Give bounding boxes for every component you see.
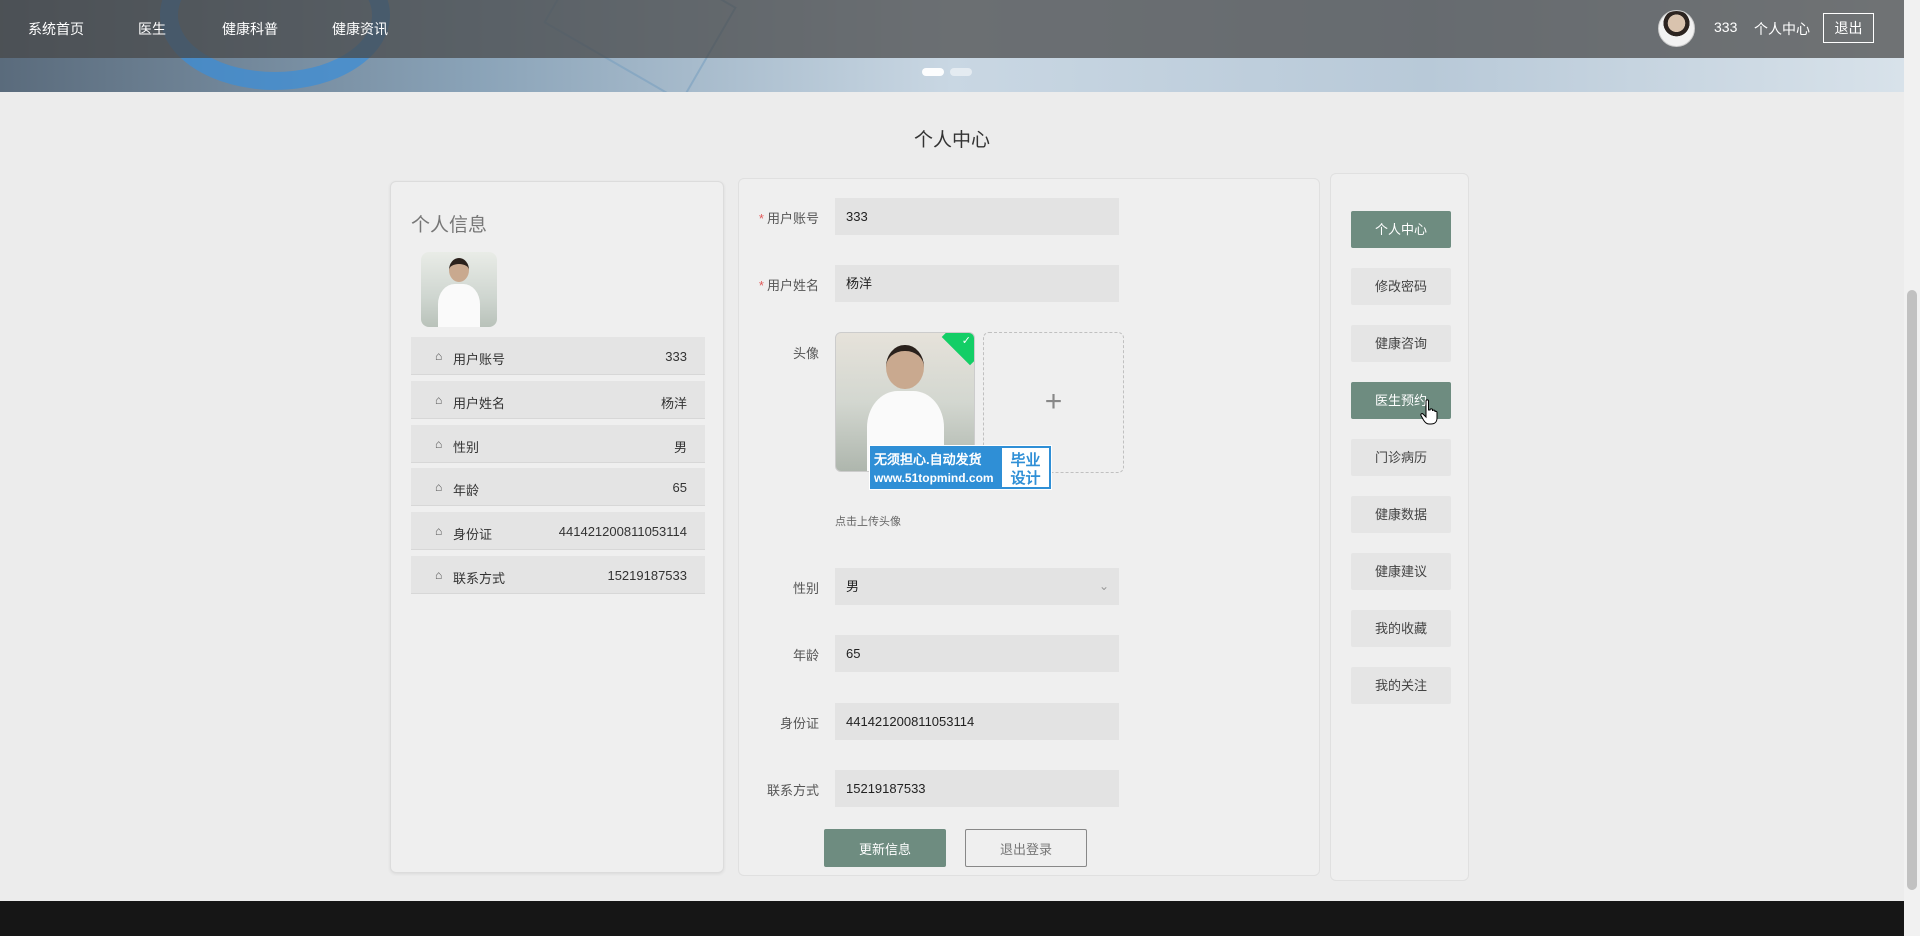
scrollbar[interactable]	[1904, 0, 1920, 936]
nav-item-health-science[interactable]: 健康科普	[222, 19, 278, 39]
info-value: 15219187533	[607, 568, 687, 583]
phone-label: 联系方式	[766, 783, 819, 798]
avatar-person-icon	[429, 258, 489, 327]
nav-item-home[interactable]: 系统首页	[28, 19, 84, 39]
name-input[interactable]	[835, 265, 1119, 302]
home-icon: ⌂	[435, 393, 443, 407]
hand-cursor-icon	[1420, 399, 1438, 425]
carousel-dots[interactable]	[922, 68, 972, 76]
home-icon: ⌂	[435, 480, 443, 494]
chevron-down-icon: ⌄	[1098, 579, 1109, 593]
nav-personal-center[interactable]: 个人中心	[1754, 19, 1810, 39]
watermark-text: 毕业	[1010, 452, 1041, 469]
personal-info-card: 个人信息 ⌂ 用户账号 333 ⌂ 用户姓名 杨洋 ⌂ 性别 男 ⌂ 年龄 65…	[390, 181, 724, 873]
profile-form: *用户账号 *用户姓名 头像 ✓ + 无须担心.自动发货 www.51topmi…	[738, 178, 1320, 876]
age-label: 年龄	[792, 648, 819, 663]
avatar-label: 头像	[792, 346, 819, 361]
info-row: ⌂ 身份证 441421200811053114	[411, 512, 705, 550]
top-nav: 系统首页 医生 健康科普 健康资讯 333 个人中心 退出	[0, 0, 1904, 58]
gender-value: 男	[846, 579, 860, 594]
logout-button[interactable]: 退出登录	[965, 829, 1087, 867]
home-icon: ⌂	[435, 349, 443, 363]
name-label: * 用户姓名	[758, 278, 819, 293]
idcard-input[interactable]	[835, 703, 1119, 740]
phone-input[interactable]	[835, 770, 1119, 807]
avatar[interactable]	[1658, 10, 1695, 47]
home-icon: ⌂	[435, 524, 443, 538]
watermark-text: 设计	[1010, 470, 1041, 487]
profile-avatar	[421, 252, 497, 327]
side-menu: 个人中心 修改密码 健康咨询 医生预约 门诊病历 健康数据 健康建议 我的收藏 …	[1330, 173, 1469, 881]
carousel-dot[interactable]	[950, 68, 972, 76]
nav-item-health-news[interactable]: 健康资讯	[332, 19, 388, 39]
info-row: ⌂ 性别 男	[411, 425, 705, 463]
nav-item-doctor[interactable]: 医生	[138, 19, 166, 39]
menu-following[interactable]: 我的关注	[1351, 667, 1451, 704]
update-info-button[interactable]: 更新信息	[824, 829, 946, 867]
upload-hint: 点击上传头像	[835, 516, 901, 528]
menu-health-data[interactable]: 健康数据	[1351, 496, 1451, 533]
watermark: 无须担心.自动发货 www.51topmind.com 毕业 设计	[869, 445, 1052, 490]
info-title: 个人信息	[411, 215, 488, 236]
menu-favorites[interactable]: 我的收藏	[1351, 610, 1451, 647]
info-row: ⌂ 年龄 65	[411, 468, 705, 506]
menu-personal-center[interactable]: 个人中心	[1351, 211, 1451, 248]
info-label: 用户姓名	[453, 396, 506, 411]
info-label: 用户账号	[453, 352, 506, 367]
info-value: 杨洋	[660, 396, 687, 411]
idcard-label: 身份证	[779, 716, 819, 731]
check-icon: ✓	[961, 335, 971, 347]
info-value: 男	[673, 440, 687, 455]
gender-label: 性别	[792, 581, 819, 596]
nav-logout-button[interactable]: 退出	[1823, 13, 1874, 43]
home-icon: ⌂	[435, 437, 443, 451]
scrollbar-thumb[interactable]	[1907, 290, 1917, 890]
info-row: ⌂ 联系方式 15219187533	[411, 556, 705, 594]
menu-health-advice[interactable]: 健康建议	[1351, 553, 1451, 590]
info-row: ⌂ 用户账号 333	[411, 337, 705, 375]
account-label: * 用户账号	[758, 211, 819, 226]
nav-username: 333	[1714, 19, 1738, 35]
page-title: 个人中心	[913, 130, 990, 151]
info-label: 身份证	[453, 527, 493, 542]
home-icon: ⌂	[435, 568, 443, 582]
info-value: 333	[665, 349, 687, 364]
info-label: 年龄	[453, 483, 480, 498]
watermark-text: 无须担心.自动发货	[874, 452, 982, 467]
age-input[interactable]	[835, 635, 1119, 672]
info-value: 65	[672, 480, 687, 495]
info-label: 性别	[453, 440, 480, 455]
gender-select[interactable]: 男 ⌄	[835, 568, 1119, 605]
info-row: ⌂ 用户姓名 杨洋	[411, 381, 705, 419]
footer	[0, 901, 1904, 936]
account-input[interactable]	[835, 198, 1119, 235]
carousel-dot[interactable]	[922, 68, 944, 76]
menu-outpatient-records[interactable]: 门诊病历	[1351, 439, 1451, 476]
menu-change-password[interactable]: 修改密码	[1351, 268, 1451, 305]
watermark-url: www.51topmind.com	[874, 471, 994, 485]
info-label: 联系方式	[453, 571, 506, 586]
info-value: 441421200811053114	[558, 524, 687, 539]
menu-health-consult[interactable]: 健康咨询	[1351, 325, 1451, 362]
